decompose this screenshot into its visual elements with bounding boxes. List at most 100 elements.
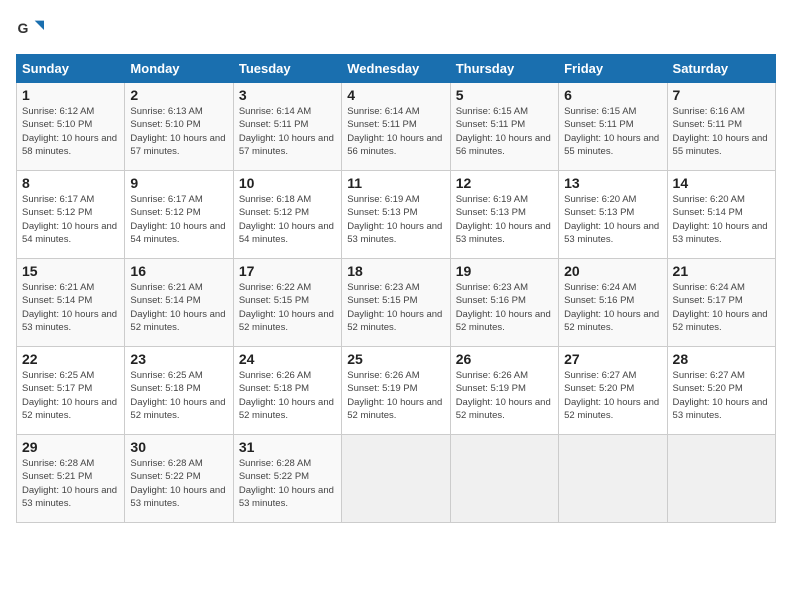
header-cell-sunday: Sunday xyxy=(17,55,125,83)
week-row-5: 29 Sunrise: 6:28 AMSunset: 5:21 PMDaylig… xyxy=(17,435,776,523)
header-cell-monday: Monday xyxy=(125,55,233,83)
header-cell-wednesday: Wednesday xyxy=(342,55,450,83)
day-number: 19 xyxy=(456,263,553,279)
calendar-cell: 25 Sunrise: 6:26 AMSunset: 5:19 PMDaylig… xyxy=(342,347,450,435)
calendar-cell: 1 Sunrise: 6:12 AMSunset: 5:10 PMDayligh… xyxy=(17,83,125,171)
day-number: 17 xyxy=(239,263,336,279)
day-info: Sunrise: 6:12 AMSunset: 5:10 PMDaylight:… xyxy=(22,106,117,157)
day-info: Sunrise: 6:28 AMSunset: 5:22 PMDaylight:… xyxy=(130,458,225,509)
day-number: 24 xyxy=(239,351,336,367)
day-info: Sunrise: 6:25 AMSunset: 5:18 PMDaylight:… xyxy=(130,370,225,421)
day-number: 20 xyxy=(564,263,661,279)
calendar-cell: 12 Sunrise: 6:19 AMSunset: 5:13 PMDaylig… xyxy=(450,171,558,259)
calendar-cell: 9 Sunrise: 6:17 AMSunset: 5:12 PMDayligh… xyxy=(125,171,233,259)
calendar-cell: 5 Sunrise: 6:15 AMSunset: 5:11 PMDayligh… xyxy=(450,83,558,171)
day-number: 21 xyxy=(673,263,770,279)
day-info: Sunrise: 6:27 AMSunset: 5:20 PMDaylight:… xyxy=(673,370,768,421)
calendar-cell: 19 Sunrise: 6:23 AMSunset: 5:16 PMDaylig… xyxy=(450,259,558,347)
day-number: 22 xyxy=(22,351,119,367)
calendar-cell: 6 Sunrise: 6:15 AMSunset: 5:11 PMDayligh… xyxy=(559,83,667,171)
day-number: 31 xyxy=(239,439,336,455)
day-number: 28 xyxy=(673,351,770,367)
calendar-cell: 23 Sunrise: 6:25 AMSunset: 5:18 PMDaylig… xyxy=(125,347,233,435)
day-number: 30 xyxy=(130,439,227,455)
day-number: 5 xyxy=(456,87,553,103)
day-info: Sunrise: 6:19 AMSunset: 5:13 PMDaylight:… xyxy=(456,194,551,245)
day-number: 2 xyxy=(130,87,227,103)
calendar-cell: 11 Sunrise: 6:19 AMSunset: 5:13 PMDaylig… xyxy=(342,171,450,259)
calendar-cell: 10 Sunrise: 6:18 AMSunset: 5:12 PMDaylig… xyxy=(233,171,341,259)
day-info: Sunrise: 6:15 AMSunset: 5:11 PMDaylight:… xyxy=(564,106,659,157)
day-number: 25 xyxy=(347,351,444,367)
calendar-cell: 3 Sunrise: 6:14 AMSunset: 5:11 PMDayligh… xyxy=(233,83,341,171)
day-info: Sunrise: 6:18 AMSunset: 5:12 PMDaylight:… xyxy=(239,194,334,245)
day-info: Sunrise: 6:22 AMSunset: 5:15 PMDaylight:… xyxy=(239,282,334,333)
day-info: Sunrise: 6:19 AMSunset: 5:13 PMDaylight:… xyxy=(347,194,442,245)
day-info: Sunrise: 6:24 AMSunset: 5:17 PMDaylight:… xyxy=(673,282,768,333)
calendar-cell: 2 Sunrise: 6:13 AMSunset: 5:10 PMDayligh… xyxy=(125,83,233,171)
day-number: 13 xyxy=(564,175,661,191)
calendar-cell: 16 Sunrise: 6:21 AMSunset: 5:14 PMDaylig… xyxy=(125,259,233,347)
calendar-cell: 29 Sunrise: 6:28 AMSunset: 5:21 PMDaylig… xyxy=(17,435,125,523)
header-cell-friday: Friday xyxy=(559,55,667,83)
header-cell-saturday: Saturday xyxy=(667,55,775,83)
day-info: Sunrise: 6:27 AMSunset: 5:20 PMDaylight:… xyxy=(564,370,659,421)
calendar-cell: 20 Sunrise: 6:24 AMSunset: 5:16 PMDaylig… xyxy=(559,259,667,347)
day-info: Sunrise: 6:20 AMSunset: 5:13 PMDaylight:… xyxy=(564,194,659,245)
calendar-cell: 30 Sunrise: 6:28 AMSunset: 5:22 PMDaylig… xyxy=(125,435,233,523)
day-number: 8 xyxy=(22,175,119,191)
day-info: Sunrise: 6:17 AMSunset: 5:12 PMDaylight:… xyxy=(22,194,117,245)
day-info: Sunrise: 6:16 AMSunset: 5:11 PMDaylight:… xyxy=(673,106,768,157)
calendar-cell: 24 Sunrise: 6:26 AMSunset: 5:18 PMDaylig… xyxy=(233,347,341,435)
day-number: 15 xyxy=(22,263,119,279)
day-number: 11 xyxy=(347,175,444,191)
calendar-cell: 8 Sunrise: 6:17 AMSunset: 5:12 PMDayligh… xyxy=(17,171,125,259)
day-info: Sunrise: 6:23 AMSunset: 5:16 PMDaylight:… xyxy=(456,282,551,333)
calendar-cell: 15 Sunrise: 6:21 AMSunset: 5:14 PMDaylig… xyxy=(17,259,125,347)
week-row-2: 8 Sunrise: 6:17 AMSunset: 5:12 PMDayligh… xyxy=(17,171,776,259)
day-info: Sunrise: 6:15 AMSunset: 5:11 PMDaylight:… xyxy=(456,106,551,157)
day-info: Sunrise: 6:20 AMSunset: 5:14 PMDaylight:… xyxy=(673,194,768,245)
calendar-cell: 18 Sunrise: 6:23 AMSunset: 5:15 PMDaylig… xyxy=(342,259,450,347)
calendar-cell: 13 Sunrise: 6:20 AMSunset: 5:13 PMDaylig… xyxy=(559,171,667,259)
day-number: 29 xyxy=(22,439,119,455)
day-number: 26 xyxy=(456,351,553,367)
day-number: 4 xyxy=(347,87,444,103)
calendar-cell: 14 Sunrise: 6:20 AMSunset: 5:14 PMDaylig… xyxy=(667,171,775,259)
day-info: Sunrise: 6:17 AMSunset: 5:12 PMDaylight:… xyxy=(130,194,225,245)
day-info: Sunrise: 6:14 AMSunset: 5:11 PMDaylight:… xyxy=(347,106,442,157)
day-info: Sunrise: 6:21 AMSunset: 5:14 PMDaylight:… xyxy=(22,282,117,333)
day-number: 1 xyxy=(22,87,119,103)
calendar-cell: 21 Sunrise: 6:24 AMSunset: 5:17 PMDaylig… xyxy=(667,259,775,347)
week-row-4: 22 Sunrise: 6:25 AMSunset: 5:17 PMDaylig… xyxy=(17,347,776,435)
header: G xyxy=(16,16,776,44)
header-cell-tuesday: Tuesday xyxy=(233,55,341,83)
calendar-cell xyxy=(559,435,667,523)
day-number: 23 xyxy=(130,351,227,367)
header-row: SundayMondayTuesdayWednesdayThursdayFrid… xyxy=(17,55,776,83)
day-number: 14 xyxy=(673,175,770,191)
day-info: Sunrise: 6:21 AMSunset: 5:14 PMDaylight:… xyxy=(130,282,225,333)
calendar-cell xyxy=(450,435,558,523)
day-info: Sunrise: 6:24 AMSunset: 5:16 PMDaylight:… xyxy=(564,282,659,333)
calendar-cell: 7 Sunrise: 6:16 AMSunset: 5:11 PMDayligh… xyxy=(667,83,775,171)
calendar-cell: 31 Sunrise: 6:28 AMSunset: 5:22 PMDaylig… xyxy=(233,435,341,523)
calendar-cell: 27 Sunrise: 6:27 AMSunset: 5:20 PMDaylig… xyxy=(559,347,667,435)
calendar-cell: 4 Sunrise: 6:14 AMSunset: 5:11 PMDayligh… xyxy=(342,83,450,171)
calendar-cell xyxy=(667,435,775,523)
logo-icon: G xyxy=(16,16,44,44)
day-number: 3 xyxy=(239,87,336,103)
calendar-table: SundayMondayTuesdayWednesdayThursdayFrid… xyxy=(16,54,776,523)
day-info: Sunrise: 6:25 AMSunset: 5:17 PMDaylight:… xyxy=(22,370,117,421)
calendar-cell: 22 Sunrise: 6:25 AMSunset: 5:17 PMDaylig… xyxy=(17,347,125,435)
svg-text:G: G xyxy=(18,20,29,36)
calendar-cell: 17 Sunrise: 6:22 AMSunset: 5:15 PMDaylig… xyxy=(233,259,341,347)
day-number: 16 xyxy=(130,263,227,279)
day-info: Sunrise: 6:13 AMSunset: 5:10 PMDaylight:… xyxy=(130,106,225,157)
calendar-cell: 28 Sunrise: 6:27 AMSunset: 5:20 PMDaylig… xyxy=(667,347,775,435)
day-number: 10 xyxy=(239,175,336,191)
logo: G xyxy=(16,16,48,44)
day-info: Sunrise: 6:14 AMSunset: 5:11 PMDaylight:… xyxy=(239,106,334,157)
calendar-cell xyxy=(342,435,450,523)
day-number: 7 xyxy=(673,87,770,103)
